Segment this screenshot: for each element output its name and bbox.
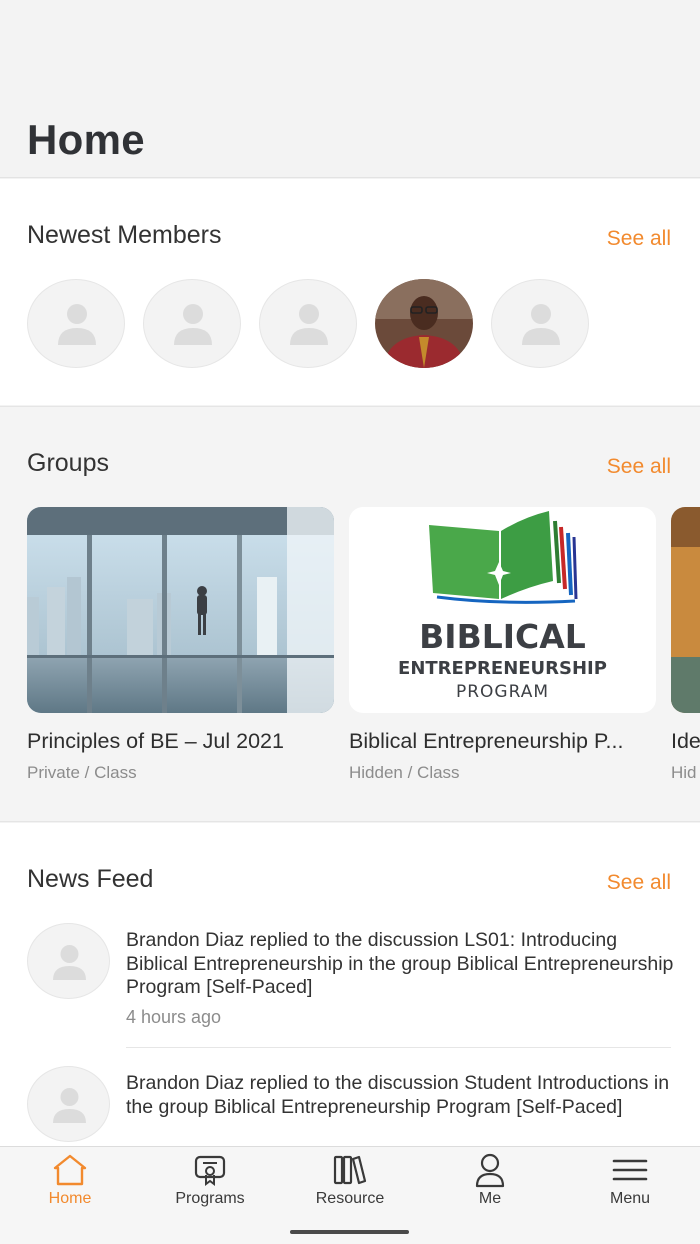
groups-see-all-link[interactable]: See all <box>607 455 671 479</box>
person-placeholder-icon <box>290 304 328 345</box>
member-avatar[interactable] <box>27 279 125 368</box>
members-see-all-link[interactable]: See all <box>607 227 671 251</box>
group-name: Biblical Entrepreneurship P... <box>349 729 624 753</box>
tab-home[interactable]: Home <box>0 1147 140 1227</box>
logo-text-biblical: BIBLICAL <box>419 617 586 656</box>
tab-resource[interactable]: Resource <box>280 1147 420 1227</box>
home-indicator[interactable] <box>290 1230 409 1234</box>
member-avatar[interactable] <box>259 279 357 368</box>
group-card[interactable]: Principles of BE – Jul 2021 Private / Cl… <box>27 507 334 783</box>
newest-members-section: Newest Members See all <box>0 179 700 405</box>
feed-item-text: Brandon Diaz replied to the discussion S… <box>126 1072 670 1118</box>
group-name: Ide <box>671 729 700 753</box>
member-avatar[interactable] <box>143 279 241 368</box>
group-cover-image <box>671 507 700 713</box>
news-see-all-link[interactable]: See all <box>607 871 671 895</box>
tab-me[interactable]: Me <box>420 1147 560 1227</box>
tab-resource-label: Resource <box>315 1190 385 1207</box>
logo-text-program: PROGRAM <box>455 682 550 702</box>
feed-avatar[interactable] <box>27 1066 110 1142</box>
tab-menu[interactable]: Menu <box>560 1147 700 1227</box>
logo-text-entrepreneurship: ENTREPRENEURSHIP <box>398 658 607 679</box>
tab-home-label: Home <box>48 1190 92 1207</box>
person-placeholder-icon <box>522 304 560 345</box>
news-feed-title: News Feed <box>27 865 154 893</box>
feed-avatar[interactable] <box>27 923 110 999</box>
certificate-icon <box>194 1155 226 1186</box>
books-icon <box>333 1155 367 1185</box>
feed-item[interactable]: Brandon Diaz replied to the discussion S… <box>0 1066 700 1146</box>
newest-members-title: Newest Members <box>27 221 222 249</box>
person-icon <box>475 1153 505 1188</box>
groups-section: Groups See all Principles of BE – Jul 20… <box>0 406 700 822</box>
group-logo-image: BIBLICAL ENTREPRENEURSHIP PROGRAM <box>349 507 656 713</box>
group-card[interactable]: BIBLICAL ENTREPRENEURSHIP PROGRAM Biblic… <box>349 507 656 783</box>
hamburger-icon <box>612 1159 648 1181</box>
group-meta: Hid <box>671 763 697 782</box>
feed-item[interactable]: Brandon Diaz replied to the discussion L… <box>0 923 700 1068</box>
person-placeholder-icon <box>174 304 212 345</box>
news-feed-section: News Feed See all Brandon Diaz replied t… <box>0 823 700 1146</box>
tab-programs[interactable]: Programs <box>140 1147 280 1227</box>
group-meta: Hidden / Class <box>349 763 460 782</box>
feed-item-time: 4 hours ago <box>126 1007 222 1027</box>
groups-title: Groups <box>27 449 109 477</box>
tab-menu-label: Menu <box>609 1190 651 1207</box>
member-avatar-photo[interactable] <box>375 279 473 368</box>
member-avatar[interactable] <box>491 279 589 368</box>
group-card[interactable]: Ide Hid <box>671 507 700 783</box>
member-photo <box>375 279 473 368</box>
group-meta: Private / Class <box>27 763 137 782</box>
person-placeholder-icon <box>53 945 86 980</box>
home-icon <box>53 1154 87 1186</box>
feed-divider <box>126 1047 671 1048</box>
tab-me-label: Me <box>478 1190 502 1207</box>
feed-item-text: Brandon Diaz replied to the discussion L… <box>126 929 674 998</box>
person-placeholder-icon <box>58 304 96 345</box>
group-name: Principles of BE – Jul 2021 <box>27 729 284 753</box>
page-header: Home <box>0 0 700 178</box>
tab-programs-label: Programs <box>175 1190 245 1207</box>
person-placeholder-icon <box>53 1088 86 1123</box>
page-title: Home <box>27 116 145 163</box>
group-cover-image <box>27 507 334 713</box>
